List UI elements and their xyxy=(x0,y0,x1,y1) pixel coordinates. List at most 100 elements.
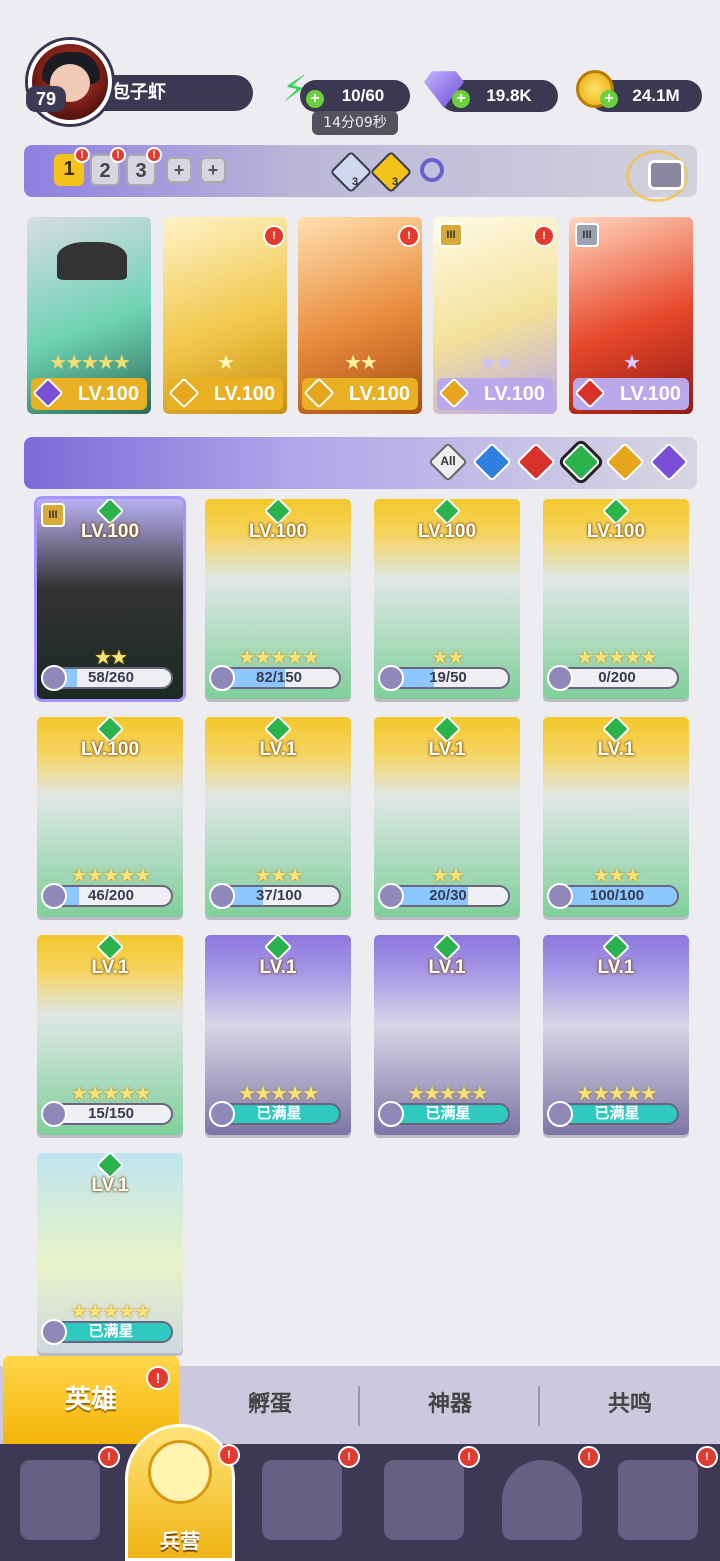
shard-icon xyxy=(547,883,573,909)
shard-icon xyxy=(41,1101,67,1127)
team-card-stars: ★ xyxy=(623,350,641,374)
add-gold-icon[interactable]: + xyxy=(600,90,618,108)
tab-artifact[interactable]: 神器 xyxy=(360,1366,540,1444)
shard-progress-bar: 15/150 xyxy=(49,1103,173,1125)
nav-alert-badge: ! xyxy=(338,1446,360,1468)
hero-level: LV.1 xyxy=(259,957,297,978)
shard-progress-text: 已满星 xyxy=(594,1105,640,1122)
gold-count: 3 xyxy=(392,176,399,188)
nav-map-icon[interactable] xyxy=(262,1460,342,1540)
shard-progress-bar: 0/200 xyxy=(555,667,679,689)
tab-resonance[interactable]: 共鸣 xyxy=(540,1366,720,1444)
nav-cards-icon[interactable] xyxy=(20,1460,100,1540)
hero-card[interactable]: LV.100 ★★★★★ 46/200 xyxy=(37,717,183,917)
rank-icon: III xyxy=(575,223,599,247)
shard-progress-text: 82/150 xyxy=(256,669,302,686)
hero-card[interactable]: LV.1 ★★ 20/30 xyxy=(374,717,520,917)
team-card-stars: ★★★★★ xyxy=(49,350,131,374)
hero-card[interactable]: III LV.100 ★★ 58/260 xyxy=(37,499,183,699)
hero-level: LV.100 xyxy=(80,521,140,542)
team-2-alert-badge: ! xyxy=(110,147,126,163)
team-card-stars: ★★ xyxy=(479,350,513,374)
team-card-stars: ★★ xyxy=(344,350,378,374)
shard-progress-text: 37/100 xyxy=(256,887,302,904)
nav-guild-icon[interactable] xyxy=(618,1460,698,1540)
shard-icon xyxy=(209,665,235,691)
hero-level: LV.1 xyxy=(428,957,466,978)
shard-icon xyxy=(209,1101,235,1127)
shard-progress-bar: 82/150 xyxy=(217,667,341,689)
team-card-2[interactable]: ! ★ LV.100 xyxy=(163,217,287,414)
filter-all-label: All xyxy=(440,454,456,468)
hero-card[interactable]: LV.1 ★★★★★ 已满星 xyxy=(205,935,351,1135)
light-count: 3 xyxy=(352,176,359,188)
shard-progress-bar: 已满星 xyxy=(555,1103,679,1125)
hero-card[interactable]: LV.1 ★★★★★ 已满星 xyxy=(37,1153,183,1353)
hero-card[interactable]: LV.1 ★★★ 100/100 xyxy=(543,717,689,917)
hero-card[interactable]: LV.1 ★★★★★ 已满星 xyxy=(374,935,520,1135)
shard-progress-bar: 已满星 xyxy=(386,1103,510,1125)
barracks-icon xyxy=(148,1440,212,1504)
hero-card[interactable]: LV.1 ★★★ 37/100 xyxy=(205,717,351,917)
add-team-button-2[interactable]: + xyxy=(200,157,226,183)
hero-level: LV.100 xyxy=(417,521,477,542)
team-card-1[interactable]: ★★★★★ LV.100 xyxy=(27,217,151,414)
add-energy-icon[interactable]: + xyxy=(306,90,324,108)
nav-alert-badge: ! xyxy=(696,1446,718,1468)
shard-progress-text: 58/260 xyxy=(88,669,134,686)
tab-heroes-alert-badge: ! xyxy=(146,1366,170,1390)
shard-progress-bar: 100/100 xyxy=(555,885,679,907)
shard-progress-text: 已满星 xyxy=(256,1105,302,1122)
shard-progress-bar: 19/50 xyxy=(386,667,510,689)
shard-icon xyxy=(41,883,67,909)
nav-alert-badge: ! xyxy=(458,1446,480,1468)
shard-progress-bar: 58/260 xyxy=(49,667,173,689)
shard-progress-text: 100/100 xyxy=(589,887,645,904)
share-button[interactable] xyxy=(648,160,684,190)
hero-level: LV.1 xyxy=(91,1175,129,1196)
hero-card[interactable]: LV.1 ★★★★★ 已满星 xyxy=(543,935,689,1135)
shard-progress-text: 20/30 xyxy=(429,887,467,904)
shard-progress-text: 46/200 xyxy=(88,887,134,904)
team-card-4[interactable]: III ! ★★ LV.100 xyxy=(433,217,557,414)
shard-progress-text: 15/150 xyxy=(88,1105,134,1122)
team-card-stars: ★ xyxy=(217,350,235,374)
nav-house-icon[interactable] xyxy=(384,1460,464,1540)
shard-progress-text: 19/50 xyxy=(429,669,467,686)
hero-level: LV.1 xyxy=(428,739,466,760)
add-gem-icon[interactable]: + xyxy=(452,90,470,108)
shard-progress-text: 已满星 xyxy=(88,1323,134,1340)
team-card-5[interactable]: III ★ LV.100 xyxy=(569,217,693,414)
hero-level: LV.1 xyxy=(259,739,297,760)
shard-icon xyxy=(378,883,404,909)
energy-icon: ⚡ xyxy=(282,69,308,110)
shard-progress-text: 0/200 xyxy=(598,669,636,686)
hero-card[interactable]: LV.1 ★★★★★ 15/150 xyxy=(37,935,183,1135)
shard-icon xyxy=(378,665,404,691)
shard-progress-bar: 37/100 xyxy=(217,885,341,907)
hero-card[interactable]: LV.100 ★★★★★ 82/150 xyxy=(205,499,351,699)
shard-progress-bar: 已满星 xyxy=(217,1103,341,1125)
rank-icon: III xyxy=(439,223,463,247)
nav-alert-badge: ! xyxy=(98,1446,120,1468)
hero-level: LV.1 xyxy=(91,957,129,978)
shard-progress-bar: 已满星 xyxy=(49,1321,173,1343)
hero-card[interactable]: LV.100 ★★★★★ 0/200 xyxy=(543,499,689,699)
nav-mushroom-icon[interactable] xyxy=(502,1460,582,1540)
hero-level: LV.1 xyxy=(597,739,635,760)
shard-icon xyxy=(41,1319,67,1345)
shard-icon xyxy=(547,665,573,691)
team-card-3[interactable]: ! ★★ LV.100 xyxy=(298,217,422,414)
nav-barracks-label: 兵营 xyxy=(160,1529,200,1553)
shard-icon xyxy=(41,665,67,691)
hero-level: LV.100 xyxy=(80,739,140,760)
team-3-alert-badge: ! xyxy=(146,147,162,163)
add-team-button[interactable]: + xyxy=(166,157,192,183)
nav-alert-badge: ! xyxy=(578,1446,600,1468)
shard-progress-bar: 46/200 xyxy=(49,885,173,907)
team-card-alert-badge: ! xyxy=(533,225,555,247)
team-card-alert-badge: ! xyxy=(263,225,285,247)
search-icon[interactable] xyxy=(420,158,444,182)
hero-card[interactable]: LV.100 ★★ 19/50 xyxy=(374,499,520,699)
hero-level: LV.100 xyxy=(248,521,308,542)
